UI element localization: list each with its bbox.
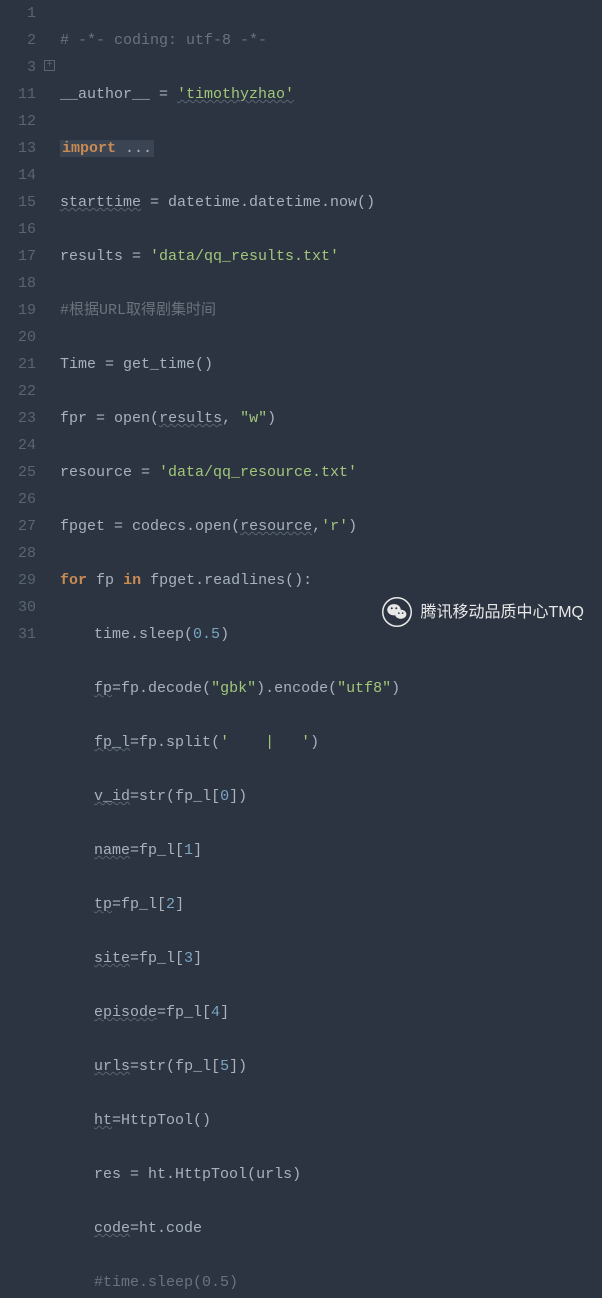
code-line[interactable]: __author__ = 'timothyzhao' [60, 81, 602, 108]
code-line[interactable]: results = 'data/qq_results.txt' [60, 243, 602, 270]
line-number: 26 [0, 486, 36, 513]
code-line[interactable]: # -*- coding: utf-8 -*- [60, 27, 602, 54]
code-line[interactable]: resource = 'data/qq_resource.txt' [60, 459, 602, 486]
code-line[interactable]: fpget = codecs.open(resource,'r') [60, 513, 602, 540]
code-line[interactable]: fp=fp.decode("gbk").encode("utf8") [60, 675, 602, 702]
line-number: 19 [0, 297, 36, 324]
line-number: 15 [0, 189, 36, 216]
code-line[interactable]: tp=fp_l[2] [60, 891, 602, 918]
line-number: 14 [0, 162, 36, 189]
code-line[interactable]: v_id=str(fp_l[0]) [60, 783, 602, 810]
line-number: 3 [0, 54, 36, 81]
code-line[interactable]: code=ht.code [60, 1215, 602, 1242]
code-line[interactable]: episode=fp_l[4] [60, 999, 602, 1026]
line-number: 11 [0, 81, 36, 108]
code-line[interactable]: Time = get_time() [60, 351, 602, 378]
line-number-gutter: 1 2 3 11 12 13 14 15 16 17 18 19 20 21 2… [0, 0, 44, 649]
line-number: 27 [0, 513, 36, 540]
line-number: 28 [0, 540, 36, 567]
line-number: 25 [0, 459, 36, 486]
code-area[interactable]: # -*- coding: utf-8 -*- __author__ = 'ti… [58, 0, 602, 649]
code-line[interactable]: #time.sleep(0.5) [60, 1269, 602, 1296]
line-number: 16 [0, 216, 36, 243]
line-number: 13 [0, 135, 36, 162]
line-number: 30 [0, 594, 36, 621]
code-line[interactable]: site=fp_l[3] [60, 945, 602, 972]
fold-expand-icon[interactable]: + [44, 60, 55, 71]
code-line[interactable]: name=fp_l[1] [60, 837, 602, 864]
code-line[interactable]: res = ht.HttpTool(urls) [60, 1161, 602, 1188]
line-number: 1 [0, 0, 36, 27]
line-number: 2 [0, 27, 36, 54]
code-line[interactable]: starttime = datetime.datetime.now() [60, 189, 602, 216]
line-number: 12 [0, 108, 36, 135]
line-number: 17 [0, 243, 36, 270]
code-line[interactable]: time.sleep(0.5) [60, 621, 602, 648]
code-line[interactable]: fp_l=fp.split(' | ') [60, 729, 602, 756]
code-line[interactable]: import ... [60, 135, 602, 162]
line-number: 18 [0, 270, 36, 297]
code-line[interactable]: ht=HttpTool() [60, 1107, 602, 1134]
line-number: 20 [0, 324, 36, 351]
line-number: 21 [0, 351, 36, 378]
code-editor[interactable]: 1 2 3 11 12 13 14 15 16 17 18 19 20 21 2… [0, 0, 602, 649]
line-number: 31 [0, 621, 36, 648]
line-number: 24 [0, 432, 36, 459]
line-number: 23 [0, 405, 36, 432]
code-line[interactable]: urls=str(fp_l[5]) [60, 1053, 602, 1080]
code-line[interactable]: for fp in fpget.readlines(): [60, 567, 602, 594]
code-line[interactable]: #根据URL取得剧集时间 [60, 297, 602, 324]
code-line[interactable]: fpr = open(results, "w") [60, 405, 602, 432]
line-number: 22 [0, 378, 36, 405]
line-number: 29 [0, 567, 36, 594]
fold-column: + [44, 0, 58, 649]
